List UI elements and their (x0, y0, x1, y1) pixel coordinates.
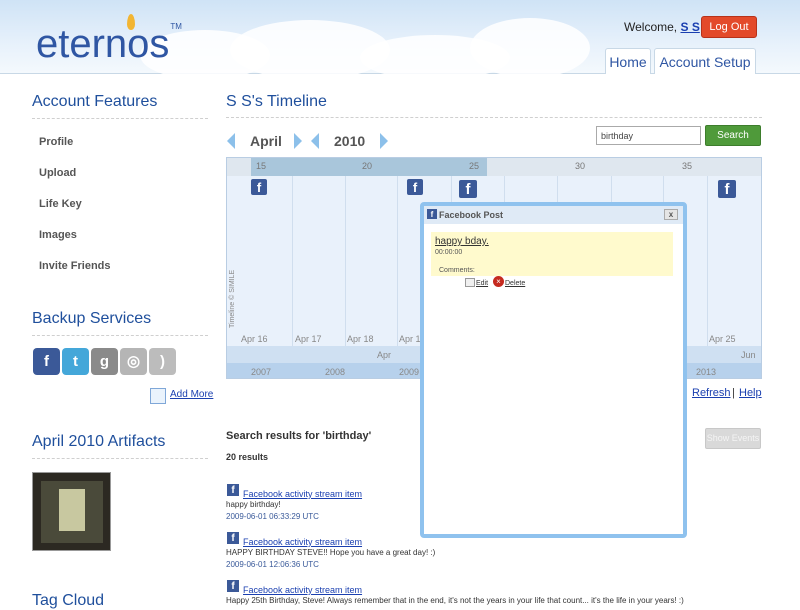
result-link[interactable]: Facebook activity stream item (243, 585, 362, 595)
comments-label: Comments: (439, 267, 475, 274)
next-year-arrow-icon[interactable] (380, 133, 388, 149)
timeline-gridline (707, 176, 708, 346)
close-icon[interactable]: x (664, 209, 678, 220)
results-heading: Search results for 'birthday' (226, 430, 372, 442)
result-text: happy birthday! (226, 500, 281, 509)
backup-services-title: Backup Services (32, 310, 152, 327)
welcome-text: Welcome, S S (624, 20, 700, 34)
timeline-tick: 30 (575, 161, 586, 171)
artifact-thumbnail[interactable] (32, 472, 111, 551)
add-more-link[interactable]: Add More (170, 389, 213, 400)
timeline-gridline (292, 176, 293, 346)
rss-icon[interactable]: ) (149, 348, 176, 375)
timeline-tick: 35 (682, 161, 693, 171)
popup-title: Facebook Post (439, 210, 504, 220)
timeline-day-label: Apr 25 (709, 334, 736, 344)
refresh-link[interactable]: Refresh (692, 387, 731, 399)
timeline-facebook-event-icon[interactable]: f (718, 180, 736, 198)
timeline-day-label: Apr 18 (347, 334, 374, 344)
add-more-icon[interactable] (150, 388, 166, 404)
facebook-post-popup: f Facebook Post x happy bday. 00:00:00 C… (420, 202, 687, 538)
username-link[interactable]: S S (680, 20, 699, 34)
logout-button[interactable]: Log Out (701, 16, 757, 38)
twitter-icon[interactable]: t (62, 348, 89, 375)
timeline-facebook-event-icon[interactable]: f (459, 180, 477, 198)
show-events-button[interactable]: Show Events (705, 428, 761, 449)
google-icon[interactable]: g (91, 348, 118, 375)
prev-year-arrow-icon[interactable] (311, 133, 319, 149)
logo[interactable]: eternosTM (36, 22, 182, 67)
divider (32, 118, 208, 119)
header: eternosTM Welcome, S S Log Out Home Acco… (0, 0, 800, 80)
facebook-icon: f (227, 580, 239, 592)
timeline-day-label: Apr 16 (241, 334, 268, 344)
timeline-day-label: Apr 17 (295, 334, 322, 344)
divider (32, 335, 208, 336)
result-link[interactable]: Facebook activity stream item (243, 489, 362, 499)
edit-icon[interactable] (465, 278, 475, 287)
sidebar-item-life-key[interactable]: Life Key (39, 198, 82, 210)
timeline-tick: 25 (469, 161, 480, 171)
search-input[interactable] (596, 126, 701, 145)
delete-link[interactable]: Delete (505, 280, 525, 287)
search-button[interactable]: Search (705, 125, 761, 146)
result-date: 2009-06-01 06:33:29 UTC (226, 512, 319, 521)
result-text: HAPPY BIRTHDAY STEVE!! Hope you have a g… (226, 548, 436, 557)
result-link[interactable]: Facebook activity stream item (243, 537, 362, 547)
sidebar-item-upload[interactable]: Upload (39, 167, 76, 179)
results-count: 20 results (226, 452, 269, 462)
delete-icon[interactable]: × (493, 276, 504, 287)
next-month-arrow-icon[interactable] (294, 133, 302, 149)
divider (226, 117, 762, 118)
result-date: 2009-06-01 12:06:36 UTC (226, 560, 319, 569)
sidebar-item-profile[interactable]: Profile (39, 136, 73, 148)
divider (32, 458, 208, 459)
facebook-icon: f (227, 484, 239, 496)
tag-cloud-title: Tag Cloud (32, 592, 105, 609)
facebook-icon: f (427, 209, 437, 219)
account-features-title: Account Features (32, 93, 158, 110)
separator: | (732, 387, 735, 399)
facebook-icon[interactable]: f (33, 348, 60, 375)
timeline-gridline (345, 176, 346, 346)
popup-header: f Facebook Post x (424, 206, 683, 224)
sidebar-item-images[interactable]: Images (39, 229, 77, 241)
year-label: 2010 (334, 133, 366, 149)
help-link[interactable]: Help (739, 387, 762, 399)
tab-home[interactable]: Home (605, 48, 651, 74)
prev-month-arrow-icon[interactable] (227, 133, 235, 149)
page-title: S S's Timeline (226, 93, 327, 110)
artifacts-title: April 2010 Artifacts (32, 433, 166, 450)
timeline-year-label: 2013 (696, 367, 717, 377)
timeline-facebook-event-icon[interactable]: f (251, 179, 267, 195)
picasa-icon[interactable]: ◎ (120, 348, 147, 375)
result-text: Happy 25th Birthday, Steve! Always remem… (226, 596, 684, 605)
month-label: April (250, 133, 282, 149)
timeline-credit: Timeline © SIMILE (229, 269, 236, 328)
tab-account-setup[interactable]: Account Setup (654, 48, 756, 74)
sidebar-item-invite-friends[interactable]: Invite Friends (39, 260, 111, 272)
timeline-tick: 15 (256, 161, 267, 171)
header-cloud (470, 18, 590, 78)
timeline-year-label: 2008 (325, 367, 346, 377)
timeline-year-label: 2009 (399, 367, 420, 377)
timeline-tick: 20 (362, 161, 373, 171)
facebook-icon: f (227, 532, 239, 544)
timeline-year-label: 2007 (251, 367, 272, 377)
post-time: 00:00:00 (435, 249, 463, 256)
timeline-gridline (397, 176, 398, 346)
thumbnail-figure (59, 489, 85, 531)
post-title[interactable]: happy bday. (435, 236, 489, 247)
timeline-facebook-event-icon[interactable]: f (407, 179, 423, 195)
edit-link[interactable]: Edit (476, 280, 488, 287)
timeline-month-label: Apr (377, 350, 392, 360)
timeline-month-label: Jun (741, 350, 756, 360)
